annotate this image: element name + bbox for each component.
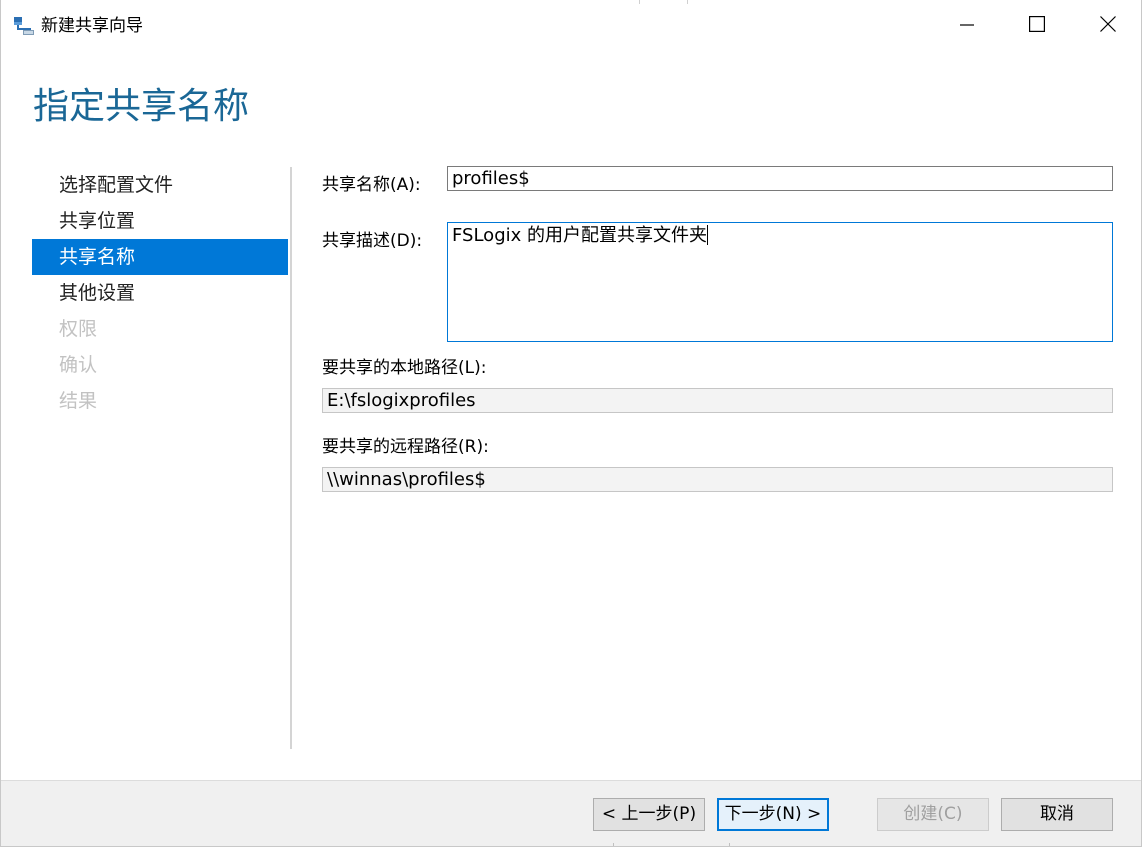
nav-divider [290,167,292,749]
background-window-edge [687,0,688,4]
window-title: 新建共享向导 [41,16,143,36]
local-path-value: E:\fslogixprofiles [327,390,476,411]
nav-step-share-name[interactable]: 共享名称 [32,239,288,275]
remote-path-value: \\winnas\profiles$ [327,469,486,490]
share-folder-icon [13,16,35,36]
nav-step-results: 结果 [59,390,98,412]
create-button: 创建(C) [877,798,989,831]
share-name-label: 共享名称(A): [322,175,421,195]
share-description-label: 共享描述(D): [322,231,423,251]
minimize-button[interactable] [945,6,989,46]
new-share-wizard-window: 新建共享向导 指定共享名称 选择配置文件 共享位置 共享名称 其他设置 权限 确… [0,0,1142,847]
nav-step-permissions: 权限 [59,318,98,340]
minimize-icon [960,17,974,36]
wizard-footer: < 上一步(P) 下一步(N) > 创建(C) 取消 [1,780,1141,846]
local-path-label: 要共享的本地路径(L): [322,358,487,378]
share-name-value: profiles$ [452,168,530,189]
title-bar: 新建共享向导 [1,0,1141,50]
close-button[interactable] [1086,6,1130,46]
wizard-steps-nav: 选择配置文件 共享位置 共享名称 其他设置 权限 确认 结果 [32,167,288,419]
share-description-value: FSLogix 的用户配置共享文件夹 [452,225,707,246]
nav-step-select-profile[interactable]: 选择配置文件 [32,167,288,203]
text-caret [707,225,708,245]
local-path-field[interactable]: E:\fslogixprofiles [322,388,1113,413]
close-icon [1100,16,1116,36]
share-name-input[interactable]: profiles$ [447,166,1113,191]
maximize-button[interactable] [1015,6,1059,46]
remote-path-label: 要共享的远程路径(R): [322,437,489,457]
background-window-edge [639,0,640,4]
share-description-textarea[interactable]: FSLogix 的用户配置共享文件夹 [447,222,1113,342]
background-window-edge [729,843,730,846]
nav-step-share-location[interactable]: 共享位置 [32,203,288,239]
remote-path-field[interactable]: \\winnas\profiles$ [322,467,1113,492]
background-window-edge [613,843,614,846]
nav-step-other-settings[interactable]: 其他设置 [32,275,288,311]
previous-button[interactable]: < 上一步(P) [593,798,705,831]
nav-step-confirmation: 确认 [59,354,98,376]
page-title: 指定共享名称 [33,86,250,127]
cancel-button[interactable]: 取消 [1001,798,1113,831]
maximize-icon [1029,16,1046,36]
next-button[interactable]: 下一步(N) > [717,798,829,831]
